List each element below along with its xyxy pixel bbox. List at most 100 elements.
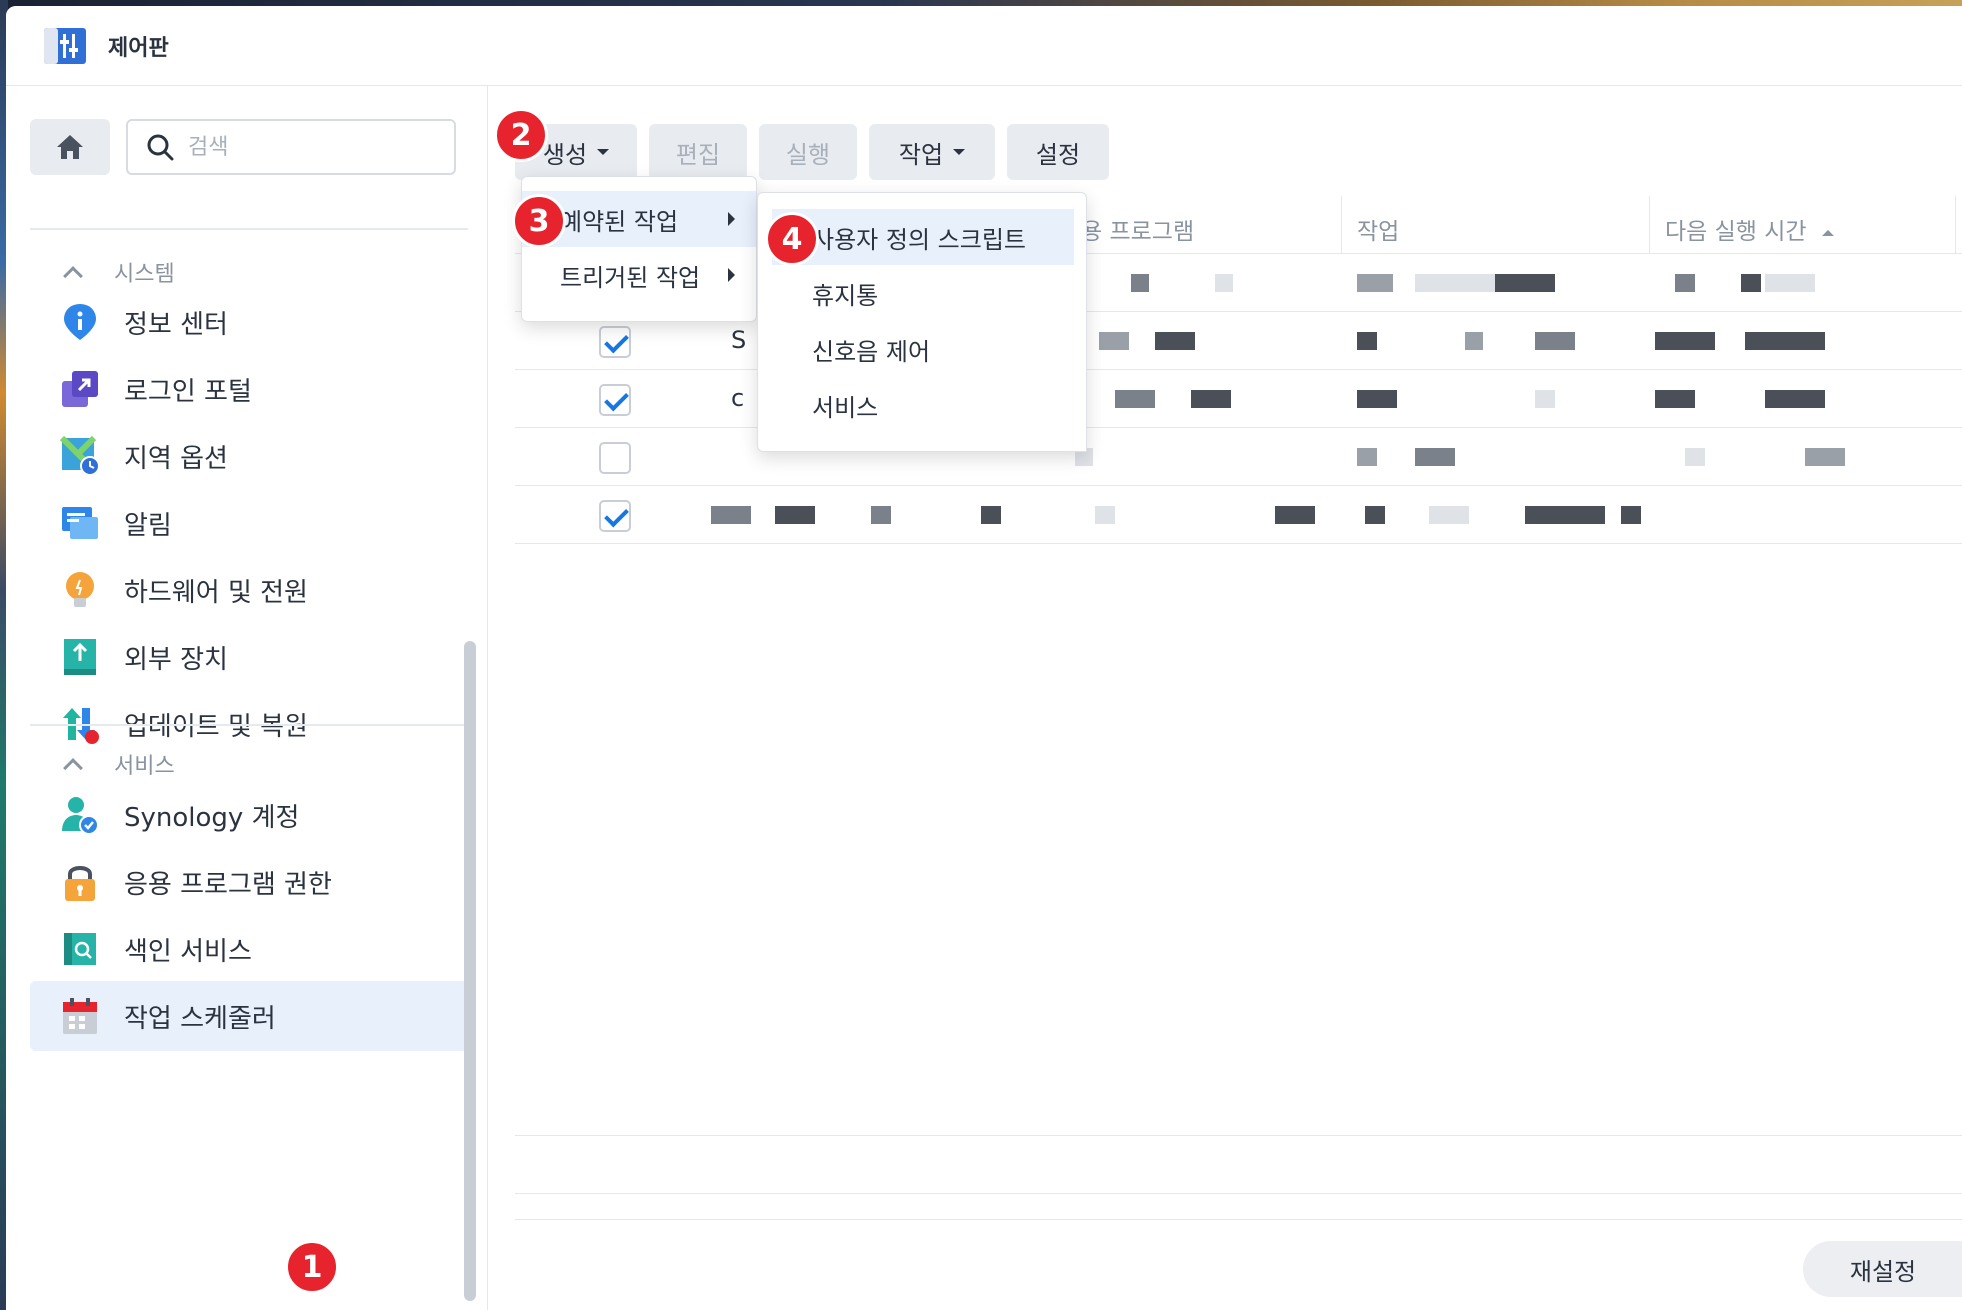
sidebar-item-hardware-power[interactable]: 하드웨어 및 전원 xyxy=(30,555,468,625)
run-button-label: 실행 xyxy=(785,140,831,169)
search-box[interactable] xyxy=(126,119,456,175)
pixelated-redaction xyxy=(1357,390,1397,408)
pixelated-redaction xyxy=(1155,332,1195,350)
sidebar-item-regional-options[interactable]: 지역 옵션 xyxy=(30,421,468,491)
pixelated-redaction xyxy=(1621,506,1641,524)
sidebar-item-notification[interactable]: 알림 xyxy=(30,488,468,558)
pixelated-redaction xyxy=(1415,448,1455,466)
sidebar-item-app-privileges[interactable]: 응용 프로그램 권한 xyxy=(30,847,468,917)
row-checkbox[interactable] xyxy=(599,384,631,416)
step-badge-4: 4 xyxy=(765,212,819,266)
column-separator xyxy=(1955,196,1956,254)
column-header-label: 다음 실행 시간 xyxy=(1665,219,1807,245)
submenu-arrow-icon xyxy=(728,268,735,282)
sidebar-item-indexing-service[interactable]: 색인 서비스 xyxy=(30,914,468,984)
reset-button[interactable]: 재설정 xyxy=(1803,1241,1962,1297)
sidebar-scrollbar[interactable] xyxy=(464,641,476,1301)
sidebar-item-info-center[interactable]: 정보 센터 xyxy=(30,287,468,357)
row-checkbox[interactable] xyxy=(599,500,631,532)
pixelated-redaction xyxy=(1099,332,1129,350)
control-panel-window: 제어판 시스템 정보 센터 xyxy=(6,6,1962,1310)
table-row[interactable] xyxy=(515,428,1962,486)
create-menu: 예약된 작업 트리거된 작업 xyxy=(521,176,757,322)
pixelated-redaction xyxy=(1131,274,1149,292)
sidebar-item-label: 응용 프로그램 권한 xyxy=(124,869,332,900)
search-input[interactable] xyxy=(188,134,428,160)
table-row[interactable] xyxy=(515,486,1962,544)
action-button[interactable]: 작업 xyxy=(869,124,995,180)
menu-item-triggered-task[interactable]: 트리거된 작업 xyxy=(522,247,756,303)
sidebar-item-synology-account[interactable]: Synology 계정 xyxy=(30,780,468,850)
row-name: S xyxy=(731,326,747,354)
edit-button-label: 편집 xyxy=(675,140,721,169)
menu-item-label: 트리거된 작업 xyxy=(560,263,701,292)
pixelated-redaction xyxy=(981,506,1001,524)
home-button[interactable] xyxy=(30,119,110,175)
edit-button[interactable]: 편집 xyxy=(649,124,747,180)
step-badge-1: 1 xyxy=(285,1240,339,1294)
pixelated-redaction xyxy=(1535,332,1575,350)
sidebar-divider xyxy=(30,228,468,230)
row-checkbox[interactable] xyxy=(599,326,631,358)
pixelated-redaction xyxy=(1745,332,1825,350)
pixelated-redaction xyxy=(1765,390,1825,408)
column-header-application[interactable]: 용 프로그램 xyxy=(1081,212,1194,246)
settings-button[interactable]: 설정 xyxy=(1007,124,1109,180)
pixelated-redaction xyxy=(1357,332,1377,350)
menu-item-label: 예약된 작업 xyxy=(560,207,679,236)
sidebar-item-label: 하드웨어 및 전원 xyxy=(124,577,308,608)
menu-item-recycle-bin[interactable]: 휴지통 xyxy=(758,265,1086,321)
sidebar-item-label: 지역 옵션 xyxy=(124,443,228,474)
step-badge-3: 3 xyxy=(512,194,566,248)
step-badge-2: 2 xyxy=(494,108,548,162)
column-header-action[interactable]: 작업 xyxy=(1357,212,1399,246)
menu-item-service[interactable]: 서비스 xyxy=(758,377,1086,433)
sidebar-item-label: 로그인 포털 xyxy=(124,376,252,407)
column-header-next-run-time[interactable]: 다음 실행 시간 xyxy=(1665,212,1834,246)
caret-down-icon xyxy=(597,149,610,155)
pixelated-redaction xyxy=(1741,274,1761,292)
pixelated-redaction xyxy=(1465,332,1483,350)
pixelated-redaction xyxy=(1495,274,1555,292)
pixelated-redaction xyxy=(1357,274,1393,292)
task-scheduler-icon xyxy=(60,996,100,1036)
menu-item-label: 신호음 제어 xyxy=(812,337,931,366)
table-row[interactable]: c xyxy=(515,370,1962,428)
row-name: c xyxy=(731,384,745,412)
sidebar-item-task-scheduler[interactable]: 작업 스케줄러 xyxy=(30,981,468,1051)
app-privileges-icon xyxy=(60,862,100,902)
pixelated-redaction xyxy=(1365,506,1385,524)
sidebar-item-label: 외부 장치 xyxy=(124,644,228,675)
footer-divider xyxy=(515,1193,1962,1194)
row-checkbox[interactable] xyxy=(599,442,631,474)
pixelated-redaction xyxy=(1415,274,1495,292)
footer-divider xyxy=(515,1135,1962,1136)
section-services[interactable]: 서비스 xyxy=(63,748,175,780)
pixelated-redaction xyxy=(871,506,891,524)
column-separator xyxy=(1649,196,1650,254)
pixelated-redaction xyxy=(1357,448,1377,466)
home-icon xyxy=(57,135,83,159)
action-button-label: 작업 xyxy=(898,140,944,169)
pixelated-redaction xyxy=(1535,390,1555,408)
pixelated-redaction xyxy=(1675,274,1695,292)
sort-ascending-icon xyxy=(1821,229,1834,236)
pixelated-redaction xyxy=(1765,274,1815,292)
pixelated-redaction xyxy=(1655,332,1715,350)
sidebar-item-login-portal[interactable]: 로그인 포털 xyxy=(30,354,468,424)
pixelated-redaction xyxy=(1429,506,1469,524)
info-icon xyxy=(60,302,100,342)
create-button-label: 생성 xyxy=(542,140,588,169)
section-system[interactable]: 시스템 xyxy=(63,256,175,288)
pixelated-redaction xyxy=(1655,390,1695,408)
menu-item-beep-control[interactable]: 신호음 제어 xyxy=(758,321,1086,377)
caret-down-icon xyxy=(953,149,966,155)
pixelated-redaction xyxy=(1095,506,1115,524)
chevron-up-icon xyxy=(63,266,83,286)
run-button[interactable]: 실행 xyxy=(759,124,857,180)
sidebar-divider xyxy=(30,724,468,726)
sidebar-item-external-devices[interactable]: 외부 장치 xyxy=(30,622,468,692)
pixelated-redaction xyxy=(1805,448,1845,466)
chevron-up-icon xyxy=(63,758,83,778)
menu-item-label: 휴지통 xyxy=(812,281,879,310)
